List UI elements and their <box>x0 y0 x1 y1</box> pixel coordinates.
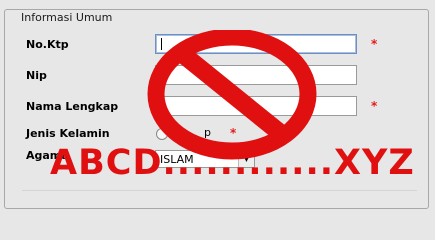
group-divider <box>22 190 417 191</box>
prohibition-sign-icon <box>147 30 317 160</box>
no-ktp-label: No.Ktp <box>26 38 69 51</box>
nip-label: Nip <box>26 69 47 82</box>
jenis-kelamin-label: Jenis Kelamin <box>26 127 110 140</box>
no-ktp-required-mark: * <box>371 37 378 51</box>
overlay-text: ABCD............XYZ <box>50 143 415 183</box>
nama-required-mark: * <box>371 99 378 113</box>
nama-lengkap-label: Nama Lengkap <box>26 100 119 113</box>
group-title: Informasi Umum <box>18 11 116 24</box>
